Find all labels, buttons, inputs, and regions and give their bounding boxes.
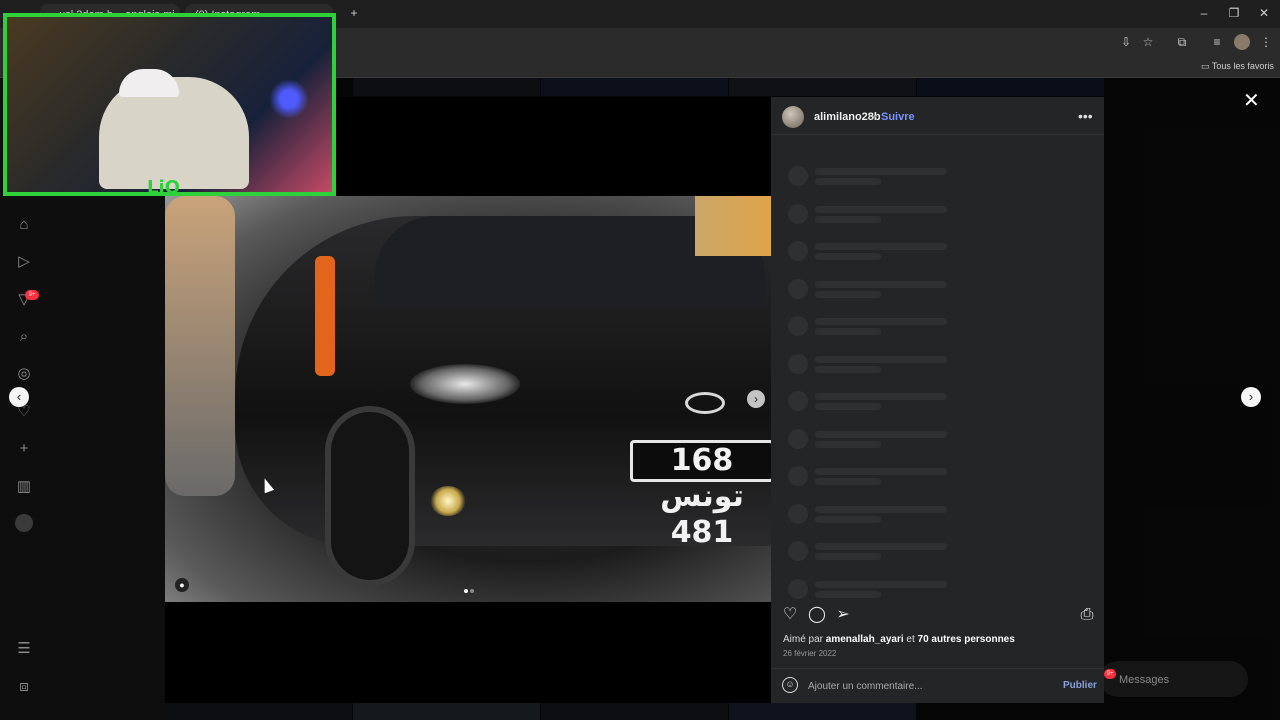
all-bookmarks-button[interactable]: ▭ Tous les favoris	[1201, 61, 1274, 72]
skeleton-line	[815, 253, 881, 260]
skeleton-line	[815, 553, 881, 560]
skeleton-avatar	[788, 578, 808, 599]
skeleton-line	[815, 440, 881, 448]
skeleton-line	[815, 205, 947, 213]
install-icon[interactable]: ⇩	[1118, 34, 1134, 50]
liked-prefix: Aimé par	[783, 634, 824, 645]
skeleton-line	[815, 543, 947, 550]
profile-avatar[interactable]	[1234, 34, 1250, 50]
skeleton-line	[815, 580, 947, 588]
plus-icon[interactable]: +	[346, 6, 362, 20]
bookmarks-label: Tous les favoris	[1211, 61, 1274, 71]
license-plate: 168 تونس 481	[630, 440, 771, 550]
heart-icon[interactable]: ♡	[781, 606, 799, 624]
search-icon[interactable]: ⌕	[14, 327, 34, 347]
headlight	[410, 364, 520, 404]
author-avatar[interactable]	[782, 106, 804, 128]
bookmark-icon[interactable]: ⎙	[1078, 606, 1096, 624]
bystander-figure	[695, 196, 771, 256]
folder-icon: ▭	[1201, 61, 1210, 71]
skeleton-line	[815, 215, 881, 223]
likes-summary[interactable]: Aimé par amenallah_ayari et 70 autres pe…	[783, 634, 1015, 645]
webcam-overlay: LiO	[3, 13, 336, 198]
orange-reflection	[315, 256, 335, 376]
close-modal-icon[interactable]: ✕	[1243, 88, 1260, 113]
skeleton-line	[815, 505, 947, 513]
comment-input[interactable]	[808, 678, 1048, 694]
share-icon[interactable]: ➢	[834, 606, 852, 624]
skeleton-line	[815, 290, 881, 298]
skeleton-avatar	[788, 428, 808, 449]
skeleton-line	[815, 365, 881, 373]
webcam-logo-text: LiO	[147, 177, 180, 198]
emoji-icon[interactable]: ☺	[782, 677, 798, 693]
car-wheel	[325, 406, 415, 586]
skeleton-avatar	[788, 316, 808, 336]
reels-icon[interactable]: ▷	[14, 252, 34, 272]
user-tag-icon[interactable]: ●	[175, 578, 189, 592]
star-icon[interactable]: ☆	[1140, 34, 1156, 50]
liked-others[interactable]: 70 autres personnes	[918, 634, 1015, 645]
skeleton-line	[815, 590, 881, 598]
notification-badge: 9+	[25, 290, 39, 300]
skeleton-line	[815, 328, 881, 335]
skeleton-line	[815, 243, 947, 250]
follow-button[interactable]: Suivre	[881, 111, 915, 123]
home-icon[interactable]: ⌂	[14, 215, 34, 235]
skeleton-avatar	[788, 541, 808, 561]
create-icon[interactable]: +	[14, 439, 34, 459]
liked-user[interactable]: amenallah_ayari	[826, 634, 904, 645]
skeleton-avatar	[788, 466, 808, 486]
skeleton-avatar	[788, 241, 808, 261]
messages-label: Messages	[1119, 674, 1170, 686]
skeleton-avatar	[788, 391, 808, 411]
skeleton-line	[815, 393, 947, 400]
profile-icon[interactable]	[15, 514, 33, 532]
next-post-button[interactable]: ›	[1241, 387, 1261, 407]
skeleton-avatar	[788, 203, 808, 224]
skeleton-line	[815, 468, 947, 475]
close-icon[interactable]: ✕	[1256, 6, 1272, 20]
more-options-icon[interactable]: •••	[1078, 108, 1093, 124]
skeleton-line	[815, 178, 881, 185]
comment-icon[interactable]: ◯	[808, 606, 826, 624]
hexagon-lights	[269, 79, 309, 119]
post-photo[interactable]: 168 تونس 481	[165, 196, 771, 602]
restore-icon[interactable]: ❐	[1226, 6, 1242, 20]
skeleton-line	[815, 280, 947, 288]
skeleton-avatar	[788, 503, 808, 524]
skeleton-avatar	[788, 166, 808, 186]
apps-icon[interactable]: ⧈	[14, 677, 34, 697]
bystander-figure	[165, 196, 235, 496]
author-username[interactable]: alimilano28b	[814, 111, 881, 123]
carousel-dot-active	[464, 589, 468, 593]
carousel-dot	[470, 589, 474, 593]
skeleton-line	[815, 478, 881, 485]
toyota-logo	[685, 392, 725, 414]
skeleton-line	[815, 168, 947, 175]
minimize-icon[interactable]: –	[1196, 6, 1212, 20]
skeleton-avatar	[788, 278, 808, 299]
messages-badge: 9+	[1104, 669, 1116, 679]
carousel-next-button[interactable]: ›	[747, 390, 765, 408]
cap	[119, 69, 179, 97]
dashboard-icon[interactable]: ▥	[14, 477, 34, 497]
kebab-menu-icon[interactable]: ⋮	[1258, 34, 1274, 50]
header-separator: •	[873, 111, 877, 123]
skeleton-line	[815, 403, 881, 410]
publish-button[interactable]: Publier	[1063, 680, 1097, 691]
skeleton-avatar	[788, 353, 808, 374]
explore-icon[interactable]: ◎	[14, 364, 34, 384]
skeleton-line	[815, 515, 881, 523]
skeleton-line	[815, 355, 947, 363]
fog-light	[430, 486, 466, 516]
previous-post-button[interactable]: ‹	[9, 387, 29, 407]
post-date: 26 février 2022	[783, 649, 837, 658]
media-icon[interactable]: ≡	[1209, 34, 1225, 50]
skeleton-line	[815, 318, 947, 325]
extensions-icon[interactable]: ⧉	[1174, 34, 1190, 50]
skeleton-line	[815, 430, 947, 438]
menu-icon[interactable]: ☰	[14, 639, 34, 659]
liked-middle: et	[906, 634, 915, 645]
